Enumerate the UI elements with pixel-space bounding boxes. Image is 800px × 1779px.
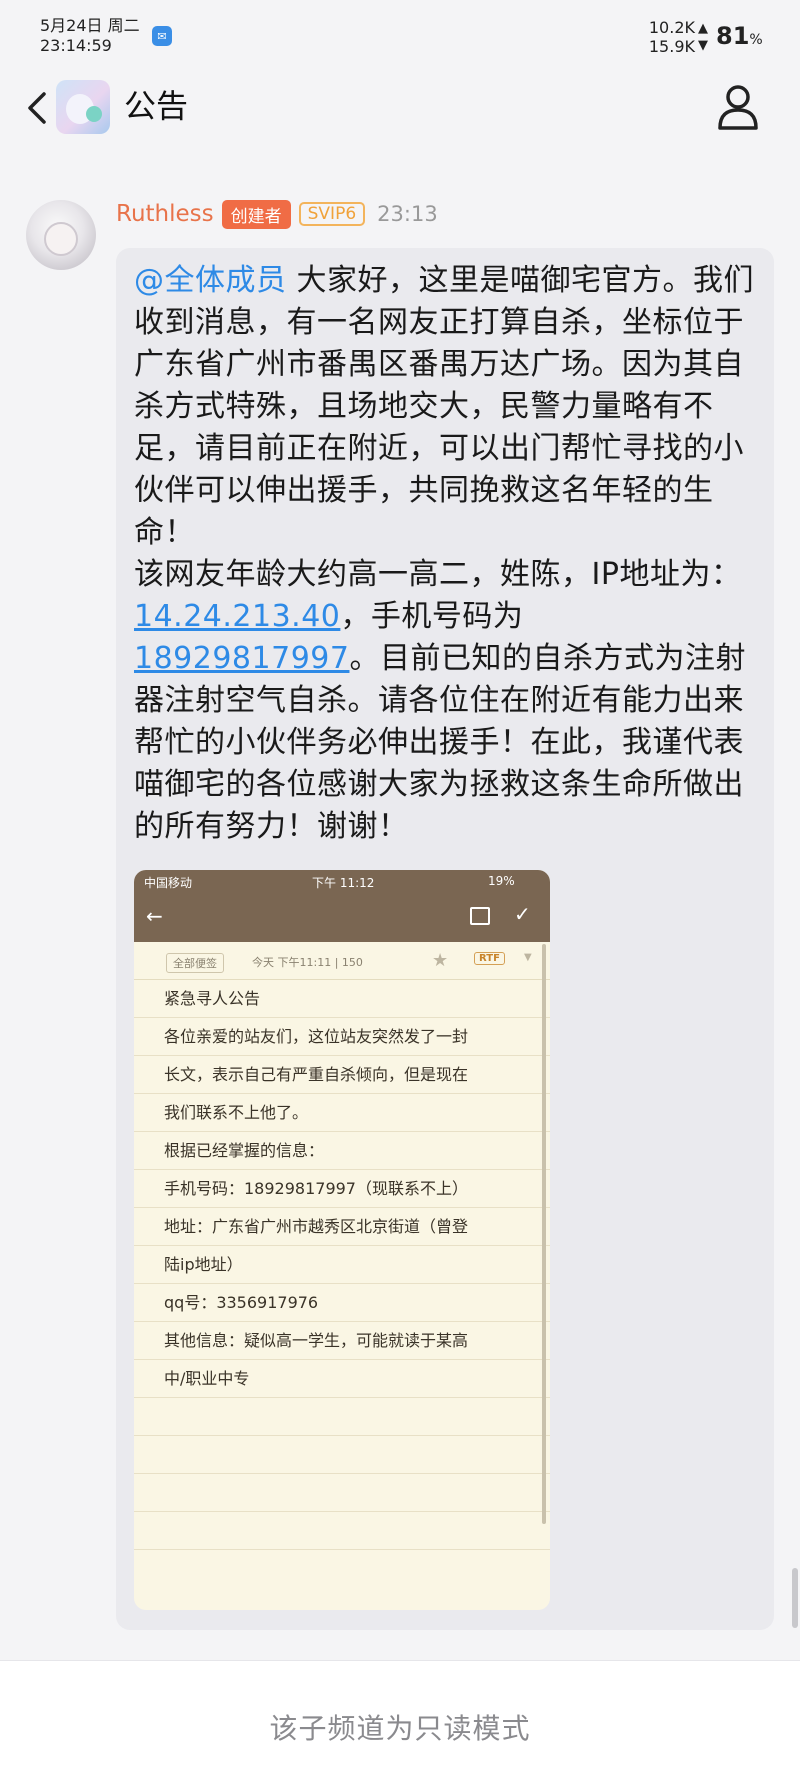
screenshot-caret-icon: ▼ bbox=[524, 952, 532, 963]
screenshot-note-line: 中/职业中专 bbox=[134, 1360, 550, 1398]
screenshot-note-line: 地址：广东省广州市越秀区北京街道（曾登 bbox=[134, 1208, 550, 1246]
screenshot-note-count: 150 bbox=[341, 956, 363, 969]
channel-header: 公告 bbox=[0, 72, 800, 142]
channel-avatar[interactable] bbox=[56, 80, 110, 134]
sender-username[interactable]: Ruthless bbox=[116, 201, 214, 227]
creator-badge: 创建者 bbox=[221, 199, 291, 229]
upload-speed: 10.2K bbox=[648, 18, 695, 37]
attached-screenshot[interactable]: 中国移动 下午 11:12 19% ← ✓ 全部便签 今天 下午11:11 | … bbox=[134, 870, 550, 1610]
screenshot-note-lines: 紧急寻人公告 各位亲爱的站友们，这位站友突然发了一封 长文，表示自己有严重自杀倾向，… bbox=[134, 980, 550, 1550]
screenshot-note-line: 陆ip地址） bbox=[134, 1246, 550, 1284]
screenshot-note-line bbox=[134, 1436, 550, 1474]
updown-arrows-icon: ▲ ▼ bbox=[698, 21, 708, 53]
screenshot-note-line: 根据已经掌握的信息： bbox=[134, 1132, 550, 1170]
screenshot-rtf-badge: RTF bbox=[474, 952, 505, 965]
screenshot-note-line: 手机号码：18929817997（现联系不上） bbox=[134, 1170, 550, 1208]
screenshot-note-line: 长文，表示自己有严重自杀倾向，但是现在 bbox=[134, 1056, 550, 1094]
screenshot-note-meta: 全部便签 今天 下午11:11 | 150 ★ RTF ▼ bbox=[134, 942, 550, 980]
back-arrow-icon[interactable] bbox=[22, 88, 52, 128]
download-speed: 15.9K bbox=[648, 37, 695, 56]
screenshot-note-line bbox=[134, 1512, 550, 1550]
screenshot-note-date-text: 今天 下午11:11 bbox=[252, 956, 332, 969]
sender-avatar[interactable] bbox=[26, 200, 96, 270]
screenshot-note-date: 今天 下午11:11 | 150 bbox=[252, 956, 363, 969]
phone-link[interactable]: 18929817997 bbox=[134, 641, 349, 676]
message-time: 23:13 bbox=[377, 202, 438, 226]
screenshot-battery: 19% bbox=[488, 874, 515, 888]
mention-all[interactable]: @全体成员 bbox=[134, 263, 287, 298]
battery-value: 81 bbox=[716, 22, 750, 50]
status-date: 5月24日 周二 bbox=[40, 16, 140, 35]
message-meta: Ruthless 创建者 SVIP6 23:13 bbox=[116, 198, 438, 230]
battery-level: 81% bbox=[716, 22, 763, 50]
message-bubble[interactable]: @全体成员 大家好，这里是喵御宅官方。我们收到消息，有一名网友正打算自杀，坐标位… bbox=[116, 248, 774, 1630]
member-icon[interactable] bbox=[714, 82, 762, 132]
screenshot-note-line: 紧急寻人公告 bbox=[134, 980, 550, 1018]
page-scrollbar[interactable] bbox=[792, 1568, 798, 1628]
message-text-2: 该网友年龄大约高一高二，姓陈，IP地址为： bbox=[134, 557, 742, 592]
screenshot-check-icon: ✓ bbox=[514, 902, 531, 926]
screenshot-note-tag: 全部便签 bbox=[166, 953, 224, 973]
status-datetime: 5月24日 周二 23:14:59 bbox=[40, 16, 140, 56]
message-text-3: ，手机号码为 bbox=[340, 599, 524, 634]
page-title: 公告 bbox=[124, 87, 189, 125]
screenshot-star-icon: ★ bbox=[432, 950, 449, 971]
screenshot-note-line: qq号：3356917976 bbox=[134, 1284, 550, 1322]
screenshot-note-line: 其他信息：疑似高一学生，可能就读于某高 bbox=[134, 1322, 550, 1360]
screenshot-time: 下午 11:12 bbox=[312, 876, 375, 890]
readonly-notice: 该子频道为只读模式 bbox=[269, 1712, 531, 1745]
screenshot-carrier: 中国移动 bbox=[144, 876, 193, 890]
screenshot-note-line bbox=[134, 1474, 550, 1512]
screenshot-status-bar: 中国移动 下午 11:12 19% bbox=[134, 870, 550, 892]
footer-bar: 该子频道为只读模式 bbox=[0, 1660, 800, 1779]
screenshot-note-line: 各位亲爱的站友们，这位站友突然发了一封 bbox=[134, 1018, 550, 1056]
message-text-1: 大家好，这里是喵御宅官方。我们收到消息，有一名网友正打算自杀，坐标位于广东省广州… bbox=[134, 263, 755, 550]
network-speed: 10.2K 15.9K bbox=[647, 18, 695, 56]
status-time: 23:14:59 bbox=[40, 36, 112, 55]
message-text: @全体成员 大家好，这里是喵御宅官方。我们收到消息，有一名网友正打算自杀，坐标位… bbox=[134, 260, 764, 848]
screenshot-toolbar: ← ✓ bbox=[134, 892, 550, 942]
screenshot-note-line: 我们联系不上他了。 bbox=[134, 1094, 550, 1132]
app-notification-icon: ✉ bbox=[152, 26, 172, 46]
screenshot-image-icon bbox=[470, 907, 490, 925]
ip-link[interactable]: 14.24.213.40 bbox=[134, 599, 340, 634]
svip-badge: SVIP6 bbox=[298, 202, 366, 226]
battery-unit: % bbox=[749, 32, 763, 48]
screenshot-back-icon: ← bbox=[146, 904, 163, 928]
screenshot-note-line bbox=[134, 1398, 550, 1436]
screenshot-scrollbar bbox=[542, 944, 546, 1524]
status-bar: 5月24日 周二 23:14:59 ✉ 10.2K 15.9K ▲ ▼ 81% bbox=[0, 0, 800, 64]
